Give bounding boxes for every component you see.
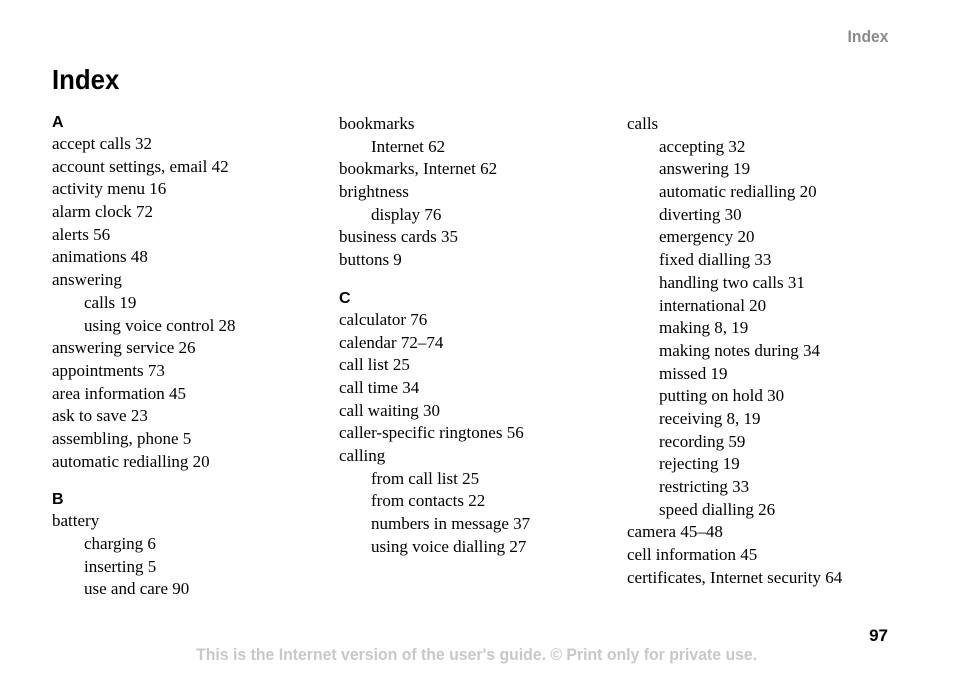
index-subentry: accepting 32 bbox=[659, 136, 746, 156]
letter-heading: C bbox=[339, 289, 351, 307]
index-subentry: rejecting 19 bbox=[659, 454, 740, 474]
index-entry: alarm clock 72 bbox=[52, 202, 154, 222]
index-subentry: missed 19 bbox=[659, 363, 728, 383]
index-entry: camera 45–48 bbox=[627, 522, 723, 542]
index-subentry: from call list 25 bbox=[371, 468, 480, 488]
index-entry: animations 48 bbox=[52, 247, 148, 267]
footer-notice: This is the Internet version of the user… bbox=[0, 645, 954, 665]
index-subentry: from contacts 22 bbox=[371, 491, 486, 511]
index-subentry: fixed dialling 33 bbox=[659, 250, 772, 270]
index-subentry: using voice dialling 27 bbox=[371, 536, 527, 556]
index-entry: call waiting 30 bbox=[339, 400, 441, 420]
index-subentry: Internet 62 bbox=[371, 136, 446, 156]
running-head: Index bbox=[847, 27, 888, 46]
index-entry: battery bbox=[52, 511, 100, 531]
index-subentry: making 8, 19 bbox=[659, 318, 749, 338]
index-subentry: receiving 8, 19 bbox=[659, 408, 761, 428]
index-entry: automatic redialling 20 bbox=[52, 451, 210, 471]
letter-heading: B bbox=[52, 491, 64, 509]
index-entry: accept calls 32 bbox=[52, 134, 153, 153]
index-subentry: speed dialling 26 bbox=[659, 499, 776, 519]
index-column-1: Aaccept calls 32 account settings, email … bbox=[52, 113, 322, 601]
letter-heading: A bbox=[52, 114, 64, 131]
index-entry: calls bbox=[627, 114, 659, 133]
index-entry: cell information 45 bbox=[627, 545, 758, 565]
index-entry: calculator 76 bbox=[339, 309, 428, 329]
index-subentry: making notes during 34 bbox=[659, 340, 821, 360]
index-entry: bookmarks, Internet 62 bbox=[339, 159, 498, 179]
index-entry: buttons 9 bbox=[339, 250, 402, 270]
index-entry: ask to save 23 bbox=[52, 406, 148, 426]
index-entry: activity menu 16 bbox=[52, 179, 167, 199]
index-entry: answering bbox=[52, 270, 122, 290]
index-subentry: answering 19 bbox=[659, 159, 751, 179]
index-entry: certificates, Internet security 64 bbox=[627, 567, 843, 587]
index-entry: call list 25 bbox=[339, 355, 410, 375]
index-entry: business cards 35 bbox=[339, 227, 458, 247]
index-entry: calling bbox=[339, 445, 386, 465]
index-column-2: bookmarks Internet 62 bookmarks, Internet … bbox=[339, 113, 609, 558]
index-subentry: use and care 90 bbox=[84, 579, 190, 599]
index-entry: assembling, phone 5 bbox=[52, 428, 192, 448]
index-subentry: inserting 5 bbox=[84, 556, 157, 576]
index-entry: answering service 26 bbox=[52, 338, 196, 358]
page-title: Index bbox=[52, 64, 120, 95]
index-entry: area information 45 bbox=[52, 383, 187, 403]
index-subentry: calls 19 bbox=[84, 292, 137, 312]
index-entry: caller-specific ringtones 56 bbox=[339, 423, 524, 443]
index-entry: brightness bbox=[339, 182, 409, 202]
index-subentry: using voice control 28 bbox=[84, 315, 236, 335]
index-entry: alerts 56 bbox=[52, 224, 111, 244]
footer-notice-text: This is the Internet version of the user… bbox=[196, 645, 758, 664]
index-column-3: calls accepting 32 answering 19 automatic r… bbox=[627, 113, 897, 589]
index-subentry: restricting 33 bbox=[659, 477, 750, 496]
index-subentry: recording 59 bbox=[659, 431, 746, 451]
index-subentry: handling two calls 31 bbox=[659, 272, 805, 292]
index-subentry: display 76 bbox=[371, 204, 442, 224]
index-entry: appointments 73 bbox=[52, 360, 165, 380]
index-subentry: diverting 30 bbox=[659, 204, 742, 224]
index-subentry: putting on hold 30 bbox=[659, 386, 785, 406]
index-subentry: automatic redialling 20 bbox=[659, 182, 817, 202]
index-subentry: numbers in message 37 bbox=[371, 514, 531, 533]
index-subentry: emergency 20 bbox=[659, 227, 755, 247]
index-entry: account settings, email 42 bbox=[52, 156, 229, 176]
index-subentry: charging 6 bbox=[84, 534, 156, 553]
index-subentry: international 20 bbox=[659, 295, 767, 315]
index-entry: calendar 72–74 bbox=[339, 332, 444, 352]
page-number: 97 bbox=[869, 626, 888, 645]
index-entry: call time 34 bbox=[339, 377, 420, 397]
index-entry: bookmarks bbox=[339, 114, 415, 133]
